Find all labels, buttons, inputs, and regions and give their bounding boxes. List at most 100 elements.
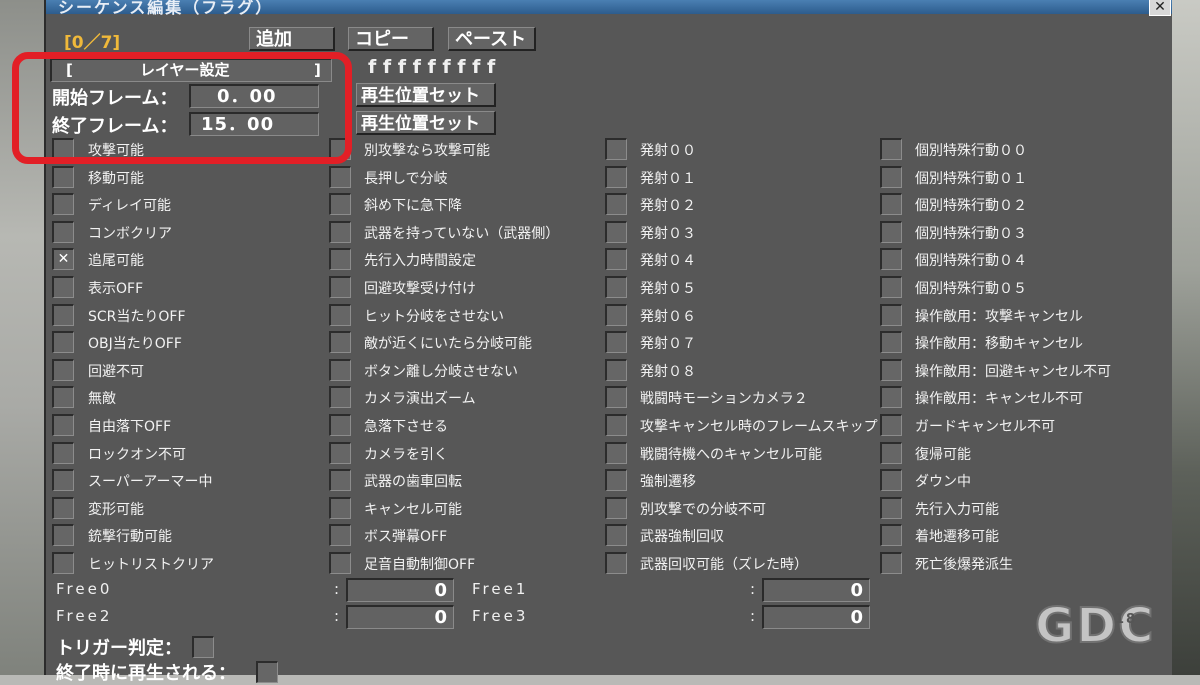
flag-checkbox-col1-15[interactable]	[52, 552, 74, 574]
flag-checkbox-col3-2[interactable]	[605, 193, 627, 215]
flag-label: 戦闘時モーションカメラ２	[640, 391, 808, 407]
flag-label: カメラ演出ズーム	[364, 391, 476, 407]
flag-checkbox-col2-5[interactable]	[329, 276, 351, 298]
flag-checkbox-col2-9[interactable]	[329, 386, 351, 408]
on-end-label: 終了時に再生される：	[56, 663, 236, 684]
flag-checkbox-col4-6[interactable]	[880, 304, 902, 326]
flag-checkbox-col3-7[interactable]	[605, 331, 627, 353]
flag-label: ヒットリストクリア	[88, 557, 214, 573]
flag-checkbox-col3-9[interactable]	[605, 386, 627, 408]
flag-checkbox-col3-10[interactable]	[605, 414, 627, 436]
flag-checkbox-col2-8[interactable]	[329, 359, 351, 381]
flag-checkbox-col3-6[interactable]	[605, 304, 627, 326]
flag-checkbox-col1-12[interactable]	[52, 469, 74, 491]
flag-checkbox-col3-15[interactable]	[605, 552, 627, 574]
flag-checkbox-col2-6[interactable]	[329, 304, 351, 326]
flag-checkbox-col1-11[interactable]	[52, 442, 74, 464]
flag-checkbox-col3-3[interactable]	[605, 221, 627, 243]
flag-checkbox-col1-14[interactable]	[52, 524, 74, 546]
paste-button[interactable]: ペースト	[448, 27, 536, 51]
flag-label: 個別特殊行動０４	[915, 253, 1027, 269]
flag-label: 個別特殊行動０１	[915, 171, 1027, 187]
flag-checkbox-col3-1[interactable]	[605, 166, 627, 188]
trigger-label: トリガー判定：	[56, 638, 182, 659]
free2-colon: :	[334, 607, 340, 625]
set-play-position-button-end[interactable]: 再生位置セット	[356, 111, 496, 135]
flag-checkbox-col4-10[interactable]	[880, 414, 902, 436]
flag-checkbox-col1-1[interactable]	[52, 166, 74, 188]
flag-checkbox-col3-12[interactable]	[605, 469, 627, 491]
flag-checkbox-col3-14[interactable]	[605, 524, 627, 546]
flag-checkbox-col1-8[interactable]	[52, 359, 74, 381]
flag-checkbox-col1-3[interactable]	[52, 221, 74, 243]
flag-checkbox-col4-1[interactable]	[880, 166, 902, 188]
flag-label: 操作敵用：回避キャンセル不可	[915, 364, 1111, 380]
flag-label: 着地遷移可能	[915, 529, 999, 545]
flag-checkbox-col2-3[interactable]	[329, 221, 351, 243]
copy-button[interactable]: コピー	[348, 27, 434, 51]
layer-f-buttons[interactable]: f f f f f f f f f	[368, 56, 495, 78]
flag-checkbox-col4-15[interactable]	[880, 552, 902, 574]
flag-checkbox-col2-14[interactable]	[329, 524, 351, 546]
flag-checkbox-col1-9[interactable]	[52, 386, 74, 408]
flag-checkbox-col2-13[interactable]	[329, 497, 351, 519]
flag-checkbox-col2-7[interactable]	[329, 331, 351, 353]
flag-checkbox-col3-0[interactable]	[605, 138, 627, 160]
flag-label: 急落下させる	[364, 419, 448, 435]
flag-label: 発射０７	[640, 336, 696, 352]
flag-label: 斜め下に急下降	[364, 198, 462, 214]
flag-label: ボス弾幕OFF	[364, 529, 448, 545]
flag-checkbox-col3-13[interactable]	[605, 497, 627, 519]
flag-checkbox-col2-4[interactable]	[329, 248, 351, 270]
set-play-position-button-start[interactable]: 再生位置セット	[356, 83, 496, 107]
flag-label: 変形可能	[88, 502, 144, 518]
flag-label: 足音自動制御OFF	[364, 557, 476, 573]
flag-checkbox-col4-14[interactable]	[880, 524, 902, 546]
flag-checkbox-col1-7[interactable]	[52, 331, 74, 353]
flag-checkbox-col2-15[interactable]	[329, 552, 351, 574]
flag-label: 操作敵用：移動キャンセル	[915, 336, 1083, 352]
on-end-checkbox[interactable]	[256, 661, 278, 683]
flag-checkbox-col4-4[interactable]	[880, 248, 902, 270]
free0-label: Free0	[56, 580, 113, 598]
flag-label: 無敵	[88, 391, 116, 407]
flag-checkbox-col4-7[interactable]	[880, 331, 902, 353]
flag-checkbox-col1-5[interactable]	[52, 276, 74, 298]
flag-checkbox-col2-1[interactable]	[329, 166, 351, 188]
close-button[interactable]: ✕	[1149, 0, 1171, 16]
flag-checkbox-col3-4[interactable]	[605, 248, 627, 270]
trigger-checkbox[interactable]	[192, 636, 214, 658]
flag-checkbox-col4-8[interactable]	[880, 359, 902, 381]
flag-checkbox-col3-5[interactable]	[605, 276, 627, 298]
flag-checkbox-col1-10[interactable]	[52, 414, 74, 436]
flag-label: 自由落下OFF	[88, 419, 172, 435]
add-button[interactable]: 追加	[249, 27, 335, 51]
flag-checkbox-col4-12[interactable]	[880, 469, 902, 491]
flag-checkbox-col4-0[interactable]	[880, 138, 902, 160]
flag-label: 個別特殊行動０３	[915, 226, 1027, 242]
free3-colon: :	[750, 607, 756, 625]
flag-checkbox-col1-2[interactable]	[52, 193, 74, 215]
flag-checkbox-col4-5[interactable]	[880, 276, 902, 298]
flag-checkbox-col2-11[interactable]	[329, 442, 351, 464]
flag-checkbox-col4-11[interactable]	[880, 442, 902, 464]
flag-checkbox-col4-3[interactable]	[880, 221, 902, 243]
free2-input[interactable]: 0	[346, 605, 454, 629]
free0-input[interactable]: 0	[346, 578, 454, 602]
flag-checkbox-col4-13[interactable]	[880, 497, 902, 519]
flag-checkbox-col2-10[interactable]	[329, 414, 351, 436]
flag-checkbox-col3-11[interactable]	[605, 442, 627, 464]
flag-checkbox-col4-9[interactable]	[880, 386, 902, 408]
flag-checkbox-col1-6[interactable]	[52, 304, 74, 326]
flag-checkbox-col2-12[interactable]	[329, 469, 351, 491]
flag-checkbox-col2-2[interactable]	[329, 193, 351, 215]
title-bar[interactable]: シーケンス編集（フラグ） ✕	[46, 0, 1172, 17]
free3-input[interactable]: 0	[762, 605, 870, 629]
flag-checkbox-col1-4[interactable]: ✕	[52, 248, 74, 270]
flag-label: 個別特殊行動０２	[915, 198, 1027, 214]
free1-input[interactable]: 0	[762, 578, 870, 602]
flag-checkbox-col3-8[interactable]	[605, 359, 627, 381]
flag-checkbox-col4-2[interactable]	[880, 193, 902, 215]
flag-label: ロックオン不可	[88, 447, 186, 463]
flag-checkbox-col1-13[interactable]	[52, 497, 74, 519]
